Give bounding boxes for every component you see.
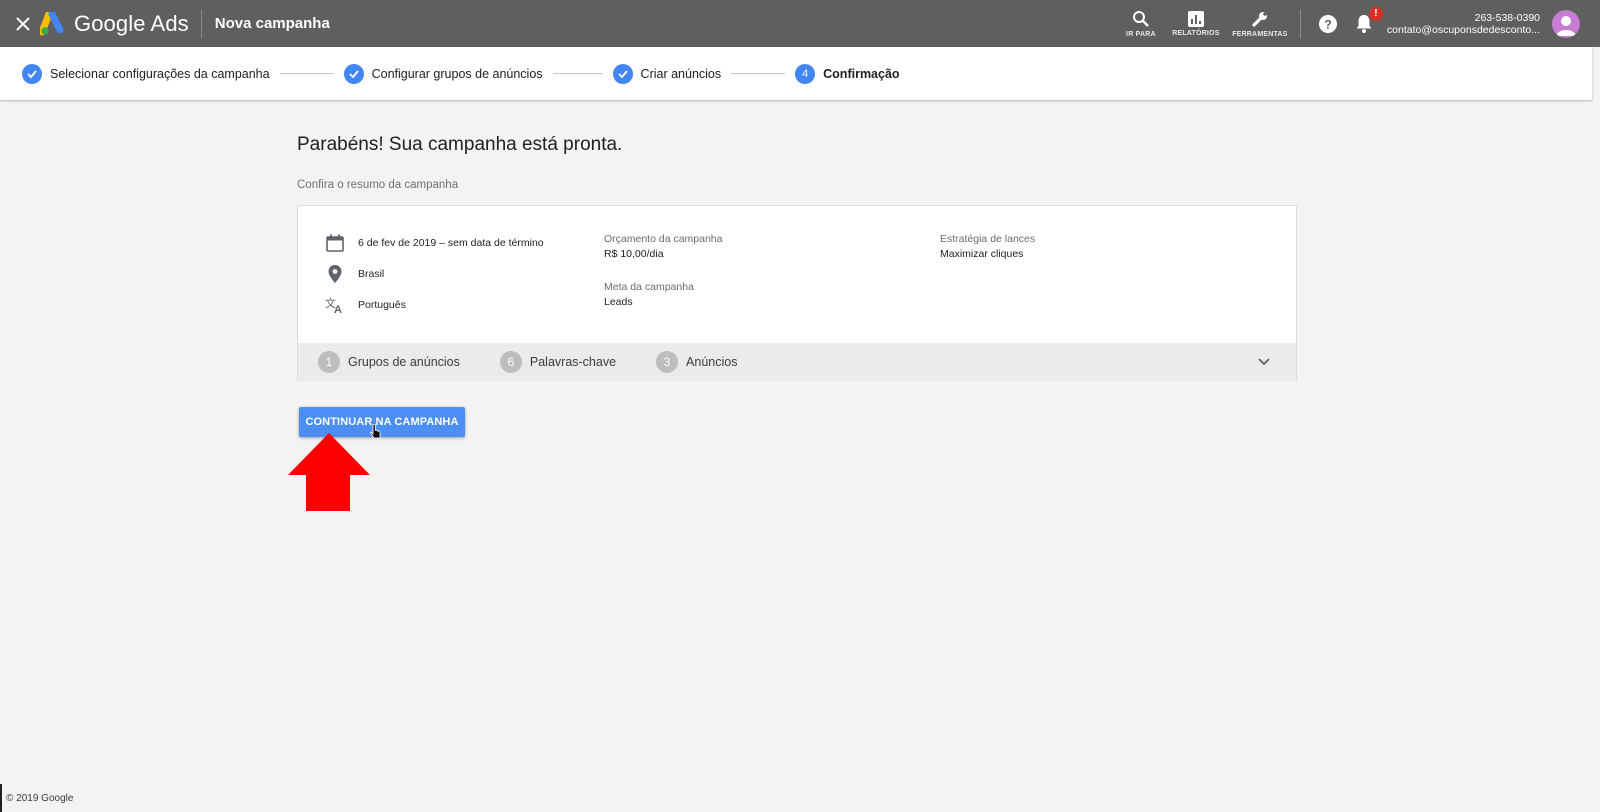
notifications-icon[interactable]: ! — [1353, 6, 1383, 35]
reports-label: RELATÓRIOS — [1172, 29, 1220, 37]
step-create-ads[interactable]: Criar anúncios — [612, 63, 722, 84]
check-icon — [612, 63, 633, 84]
bidding-field: Estratégia de lances Maximizar cliques — [940, 233, 1035, 260]
step-label: Selecionar configurações da campanha — [50, 66, 270, 81]
ads-count[interactable]: 3 Anúncios — [656, 351, 737, 373]
notification-badge: ! — [1368, 6, 1383, 21]
step-connector — [552, 73, 603, 74]
translate-icon: 文A — [324, 294, 346, 316]
avatar[interactable] — [1552, 9, 1580, 38]
campaign-stepper: Selecionar configurações da campanha Con… — [0, 47, 1592, 100]
bidding-value: Maximizar cliques — [940, 248, 1024, 260]
account-email: contato@oscuponsdedesconto... — [1386, 23, 1540, 36]
count-number: 3 — [656, 351, 679, 373]
step-settings[interactable]: Selecionar configurações da campanha — [22, 63, 270, 84]
chevron-down-icon[interactable] — [1254, 352, 1274, 372]
count-label: Palavras-chave — [529, 355, 617, 369]
search-icon — [1132, 10, 1149, 27]
location-row: Brasil — [324, 263, 384, 285]
keywords-count[interactable]: 6 Palavras-chave — [499, 351, 617, 373]
location-pin-icon — [324, 263, 346, 285]
check-icon — [343, 63, 364, 84]
mouse-pointer-icon — [370, 424, 381, 439]
step-label: Configurar grupos de anúncios — [371, 66, 543, 81]
step-confirmation[interactable]: 4 Confirmação — [795, 63, 900, 84]
top-actions: IR PARA RELATÓRIOS FERRAMENTAS ? ! 263-5… — [1120, 0, 1600, 47]
step-number: 4 — [795, 63, 816, 84]
page-title: Nova campanha — [214, 15, 330, 32]
step-ad-groups[interactable]: Configurar grupos de anúncios — [343, 63, 543, 84]
calendar-icon — [324, 232, 346, 254]
summary-subheading: Confira o resumo da campanha — [297, 179, 459, 191]
goto-label: IR PARA — [1126, 30, 1156, 38]
wrench-icon — [1252, 11, 1267, 27]
divider — [200, 9, 202, 38]
ad-groups-count[interactable]: 1 Grupos de anúncios — [318, 351, 460, 373]
campaign-summary-card: 6 de fev de 2019 – sem data de término B… — [297, 205, 1297, 381]
copyright: © 2019 Google — [6, 793, 74, 804]
svg-text:?: ? — [1324, 17, 1331, 31]
campaign-dates: 6 de fev de 2019 – sem data de término — [358, 237, 544, 249]
bar-chart-icon — [1187, 10, 1204, 27]
step-label: Criar anúncios — [640, 66, 722, 81]
check-icon — [22, 63, 42, 84]
footer-edge — [0, 784, 2, 812]
goal-field: Meta da campanha Leads — [604, 281, 694, 308]
person-icon — [1556, 15, 1576, 36]
budget-label: Orçamento da campanha — [604, 233, 723, 245]
step-connector — [731, 73, 786, 74]
count-label: Grupos de anúncios — [348, 355, 460, 369]
confirmation-headline: Parabéns! Sua campanha está pronta. — [297, 134, 623, 155]
step-connector — [279, 73, 334, 74]
language-row: 文A Português — [324, 294, 406, 316]
google-ads-logo-icon — [40, 11, 64, 35]
google-ads-logo[interactable]: Google Ads — [40, 11, 189, 37]
count-number: 1 — [318, 351, 340, 373]
goal-value: Leads — [604, 296, 633, 308]
reports-tool[interactable]: RELATÓRIOS — [1168, 0, 1224, 47]
count-number: 6 — [499, 351, 522, 373]
close-icon[interactable] — [12, 13, 34, 35]
svg-text:A: A — [334, 304, 342, 314]
campaign-language: Português — [358, 299, 406, 311]
tools-tool[interactable]: FERRAMENTAS — [1228, 0, 1292, 47]
step-label: Confirmação — [823, 66, 900, 81]
account-info[interactable]: 263-538-0390 contato@oscuponsdedesconto.… — [1387, 12, 1540, 36]
help-icon[interactable]: ? — [1317, 13, 1339, 35]
summary-counts-bar[interactable]: 1 Grupos de anúncios 6 Palavras-chave 3 … — [298, 343, 1296, 381]
goal-label: Meta da campanha — [604, 281, 694, 293]
date-row: 6 de fev de 2019 – sem data de término — [324, 232, 544, 254]
budget-value: R$ 10,00/dia — [604, 248, 664, 260]
budget-field: Orçamento da campanha R$ 10,00/dia — [604, 233, 722, 260]
divider — [1299, 9, 1301, 38]
goto-tool[interactable]: IR PARA — [1120, 0, 1162, 47]
logo-text: Google Ads — [74, 10, 189, 36]
count-label: Anúncios — [686, 355, 738, 369]
account-id: 263-538-0390 — [1474, 11, 1540, 24]
red-arrow-annotation — [288, 433, 370, 511]
top-app-bar: Google Ads Nova campanha IR PARA RELATÓR… — [0, 0, 1600, 47]
campaign-location: Brasil — [358, 268, 385, 280]
bidding-label: Estratégia de lances — [940, 233, 1036, 245]
tools-label: FERRAMENTAS — [1232, 30, 1288, 38]
